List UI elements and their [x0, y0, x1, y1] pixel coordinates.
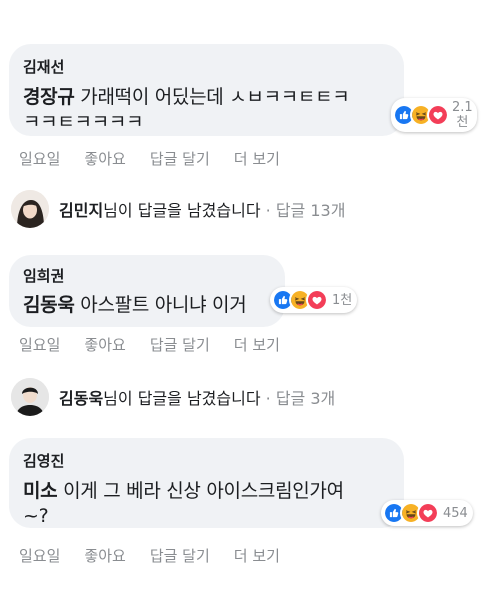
like-link[interactable]: 좋아요 — [84, 545, 125, 566]
comment-author[interactable]: 김영진 — [23, 450, 390, 471]
comment-author[interactable]: 김재선 — [23, 56, 390, 77]
comment-text: 미소 이게 그 베라 신상 아이스크림인가여 ~? — [23, 479, 390, 529]
reply-author[interactable]: 김동욱 — [59, 389, 103, 408]
love-reaction-icon — [417, 502, 439, 524]
comment-text: 김동욱 아스팔트 아니냐 이거 — [23, 293, 271, 318]
more-link[interactable]: 더 보기 — [234, 334, 280, 355]
reply-summary-text[interactable]: 김동욱님이 답글을 남겼습니다 · 답글 3개 — [59, 385, 335, 409]
like-link[interactable]: 좋아요 — [84, 334, 125, 355]
reply-count: · 답글 3개 — [265, 389, 336, 408]
comment-text-line1: 이게 그 베라 신상 아이스크림인가여 — [63, 480, 344, 502]
comment-bubble: 임희권 김동욱 아스팔트 아니냐 이거 — [9, 255, 285, 327]
comment-text-line1: 아스팔트 아니냐 이거 — [80, 294, 247, 316]
reaction-count-line1: 2.1 — [452, 100, 473, 115]
reaction-summary[interactable]: 2.1 천 — [391, 98, 477, 132]
reply-summary-text[interactable]: 김민지님이 답글을 남겼습니다 · 답글 13개 — [59, 197, 345, 221]
avatar[interactable] — [11, 190, 49, 228]
more-link[interactable]: 더 보기 — [234, 545, 280, 566]
comment-bubble: 김재선 경장규 가래떡이 어딨는데 ㅅㅂㅋㅋㅌㅌㅋ ㅋㅋㅌㅋㅋㅋㅋ — [9, 44, 404, 136]
comment-date[interactable]: 일요일 — [19, 148, 60, 169]
comment-text-line2: ~? — [23, 505, 49, 527]
reply-summary-row[interactable]: 김민지님이 답글을 남겼습니다 · 답글 13개 — [11, 190, 345, 228]
reply-link[interactable]: 답글 달기 — [150, 334, 210, 355]
comment-bubble: 김영진 미소 이게 그 베라 신상 아이스크림인가여 ~? — [9, 438, 404, 528]
mention-tag[interactable]: 김동욱 — [23, 294, 75, 316]
comment-actions: 일요일 좋아요 답글 달기 더 보기 — [19, 148, 280, 169]
reaction-count: 2.1 천 — [452, 100, 473, 130]
comment-author[interactable]: 임희권 — [23, 265, 271, 286]
reply-link[interactable]: 답글 달기 — [150, 148, 210, 169]
comment-text-line1: 가래떡이 어딨는데 ㅅㅂㅋㅋㅌㅌㅋ — [80, 86, 350, 108]
comment-date[interactable]: 일요일 — [19, 545, 60, 566]
reply-suffix: 님이 답글을 남겼습니다 — [103, 389, 261, 408]
reaction-count: 454 — [443, 505, 468, 521]
more-link[interactable]: 더 보기 — [234, 148, 280, 169]
mention-tag[interactable]: 경장규 — [23, 86, 75, 108]
reply-link[interactable]: 답글 달기 — [150, 545, 210, 566]
love-reaction-icon — [306, 289, 328, 311]
comment-actions: 일요일 좋아요 답글 달기 더 보기 — [19, 545, 280, 566]
love-reaction-icon — [427, 104, 449, 126]
reaction-summary[interactable]: 1천 — [270, 287, 358, 313]
reaction-count-line2: 천 — [456, 115, 469, 130]
comment-date[interactable]: 일요일 — [19, 334, 60, 355]
reply-summary-row[interactable]: 김동욱님이 답글을 남겼습니다 · 답글 3개 — [11, 378, 335, 416]
comment-text: 경장규 가래떡이 어딨는데 ㅅㅂㅋㅋㅌㅌㅋ ㅋㅋㅌㅋㅋㅋㅋ — [23, 85, 390, 135]
avatar[interactable] — [11, 378, 49, 416]
reply-count: · 답글 13개 — [265, 201, 346, 220]
avatar-image — [11, 190, 49, 228]
comment-text-line2: ㅋㅋㅌㅋㅋㅋㅋ — [23, 111, 144, 133]
reaction-summary[interactable]: 454 — [381, 500, 473, 526]
comment-actions: 일요일 좋아요 답글 달기 더 보기 — [19, 334, 280, 355]
reaction-count: 1천 — [332, 292, 353, 308]
mention-tag[interactable]: 미소 — [23, 480, 58, 502]
reply-author[interactable]: 김민지 — [59, 201, 103, 220]
like-link[interactable]: 좋아요 — [84, 148, 125, 169]
reply-suffix: 님이 답글을 남겼습니다 — [103, 201, 261, 220]
avatar-image — [11, 378, 49, 416]
